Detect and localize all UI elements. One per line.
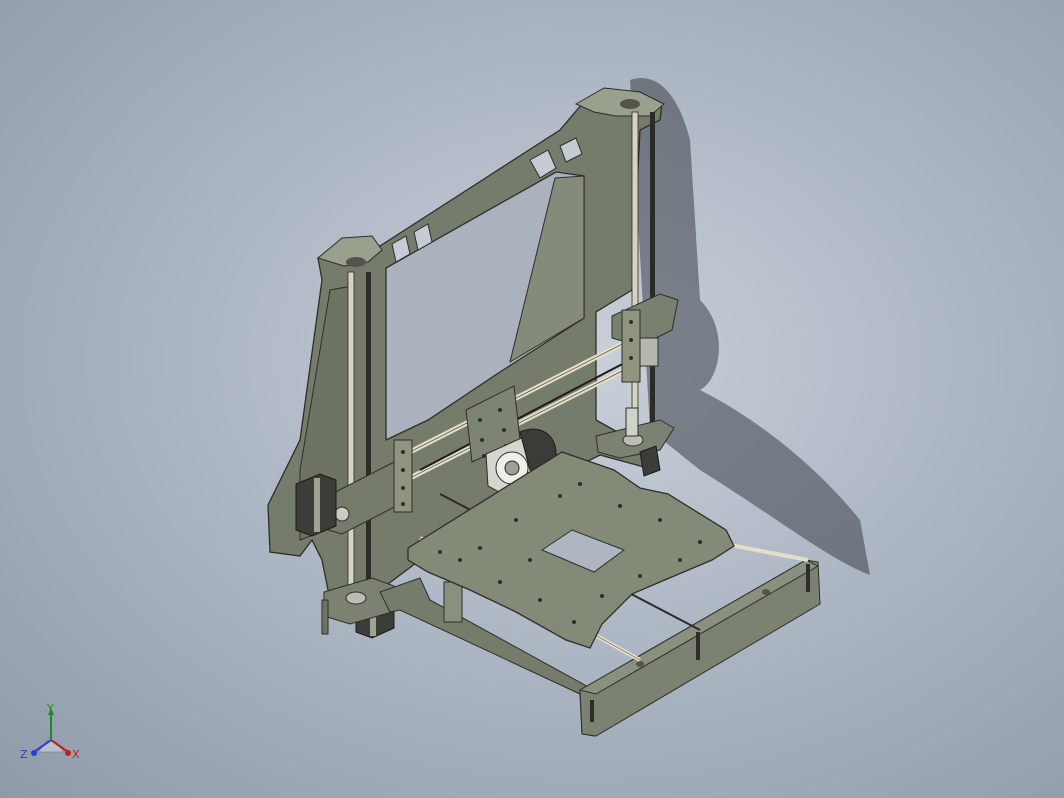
printer-model[interactable] — [0, 0, 1064, 798]
triad-y-label: Y — [47, 702, 54, 715]
triad-z-label: Z — [20, 748, 28, 761]
orientation-triad[interactable]: Y Z X — [18, 700, 88, 770]
graphics-viewport[interactable]: Y Z X — [0, 0, 1064, 798]
triad-x-label: X — [72, 748, 80, 761]
